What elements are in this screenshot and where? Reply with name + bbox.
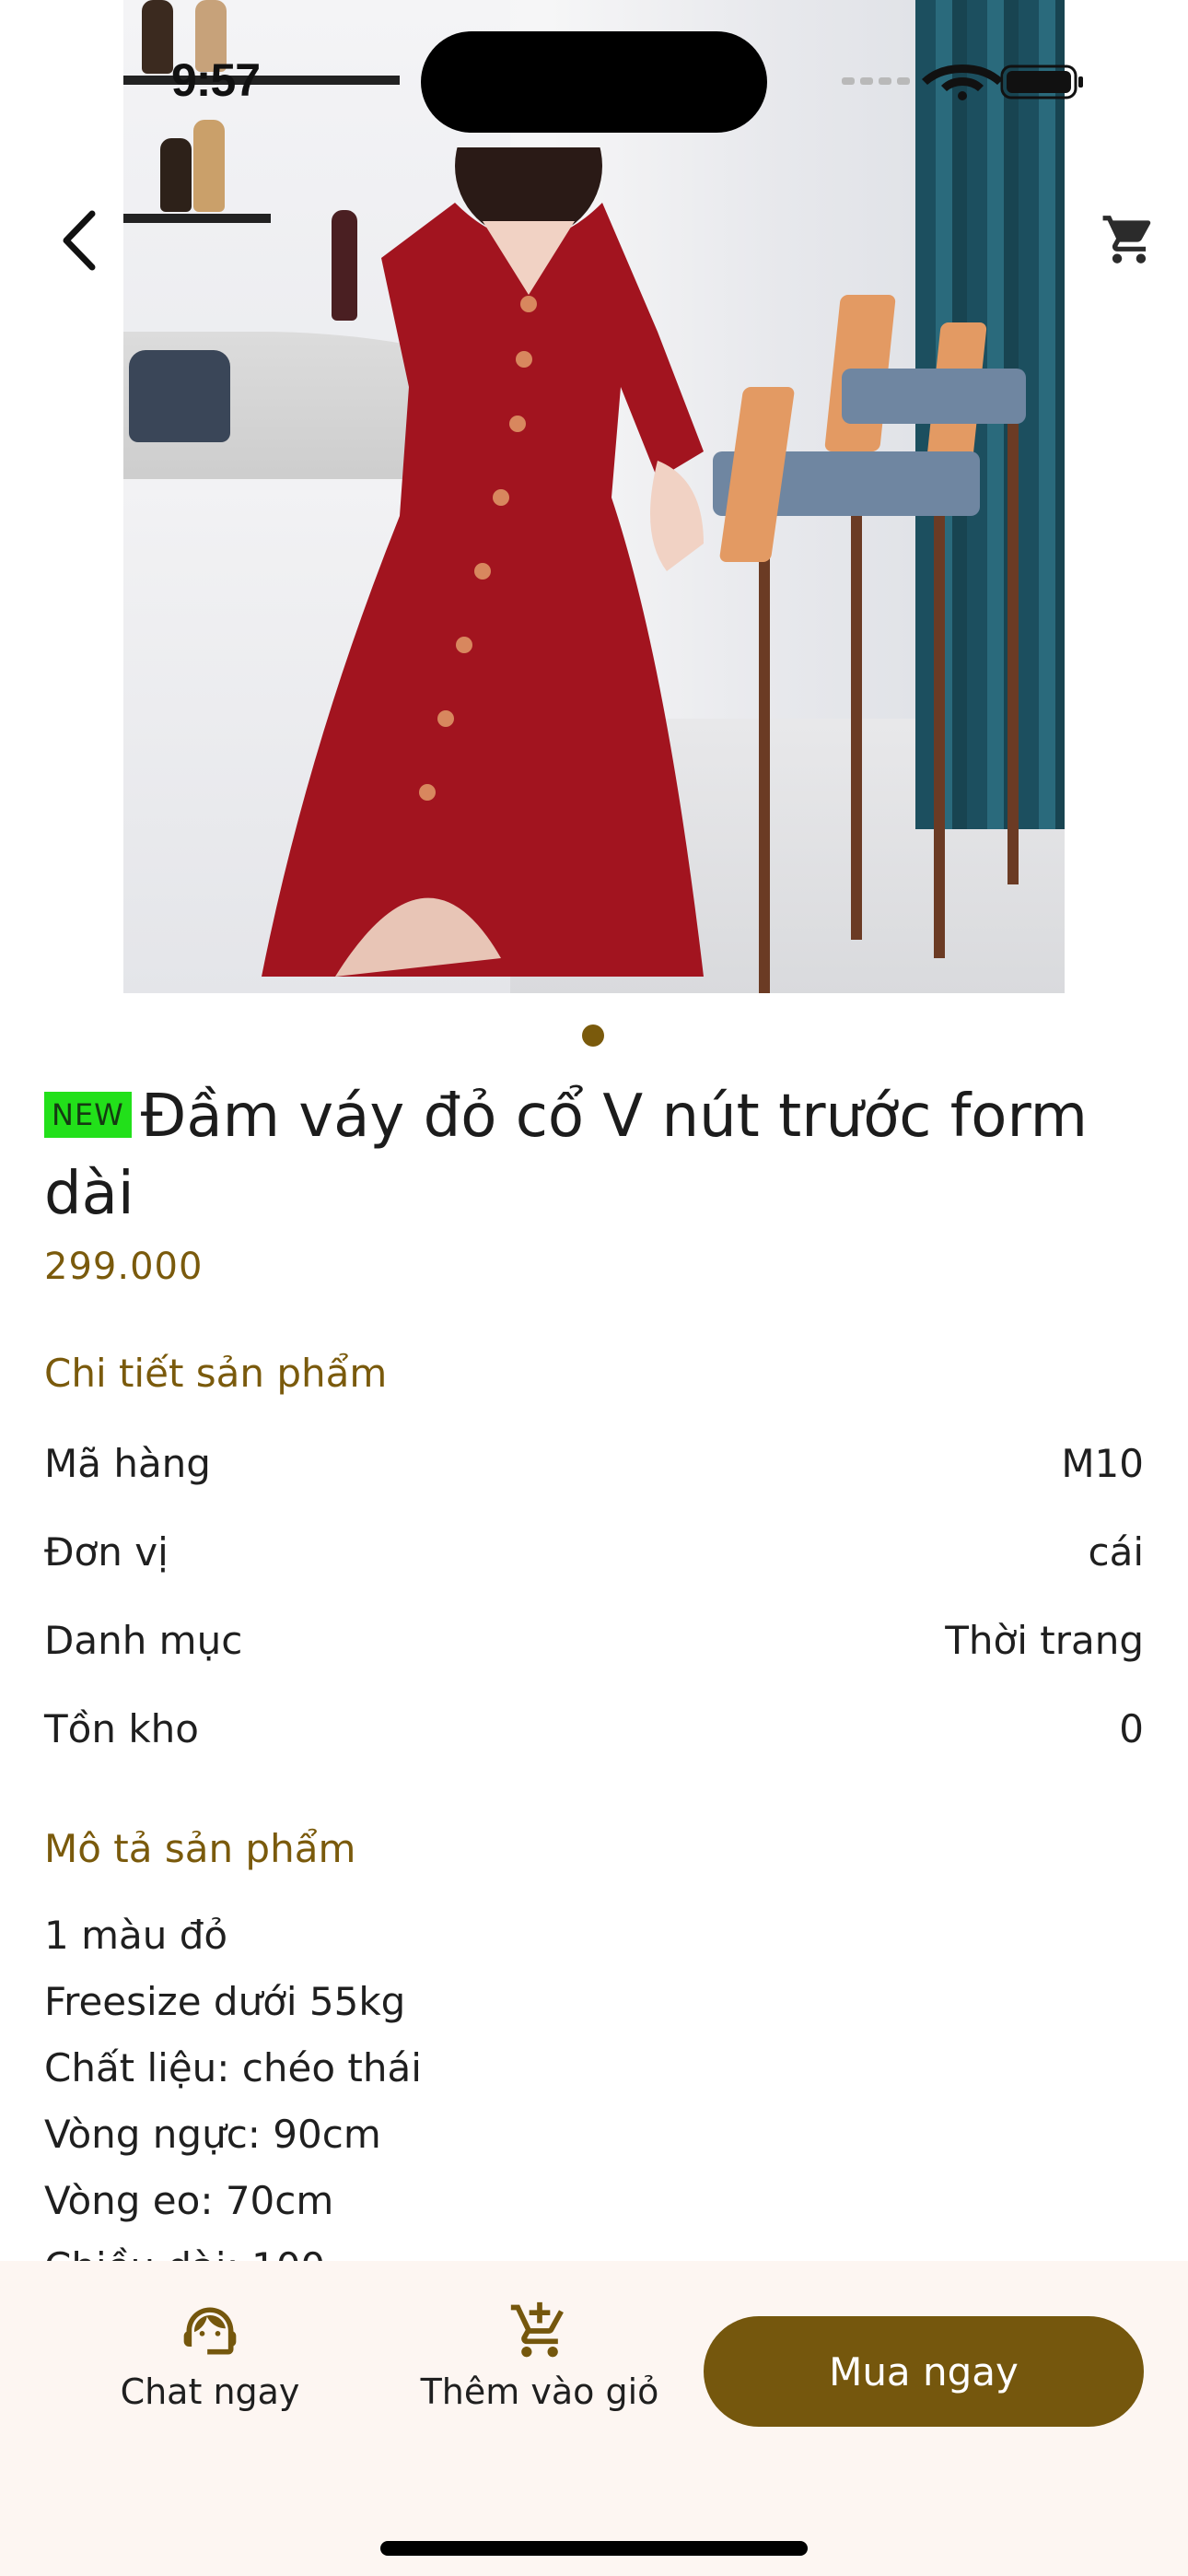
status-bar-time: 9:57 xyxy=(171,54,261,106)
cart-plus-icon xyxy=(510,2301,564,2358)
detail-row-sku: Mã hàng M10 xyxy=(44,1435,1144,1491)
detail-value: M10 xyxy=(1061,1440,1144,1486)
detail-row-stock: Tồn kho 0 xyxy=(44,1701,1144,1756)
product-photo xyxy=(123,0,1065,993)
buy-now-button[interactable]: Mua ngay xyxy=(704,2316,1144,2427)
new-badge: NEW xyxy=(44,1092,132,1138)
detail-label: Đơn vị xyxy=(44,1528,169,1575)
dynamic-island xyxy=(421,31,767,133)
chat-now-label: Chat ngay xyxy=(120,2371,300,2412)
detail-label: Tồn kho xyxy=(44,1705,199,1751)
detail-row-unit: Đơn vị cái xyxy=(44,1524,1144,1579)
description-line: Freesize dưới 55kg xyxy=(44,1979,406,2024)
product-price: 299.000 xyxy=(44,1246,204,1288)
product-name: Đầm váy đỏ cổ V nút trước form dài xyxy=(44,1083,1088,1228)
detail-value: cái xyxy=(1088,1528,1145,1575)
support-agent-icon xyxy=(183,2307,237,2355)
product-image-carousel[interactable] xyxy=(0,0,1188,993)
detail-label: Mã hàng xyxy=(44,1440,211,1486)
wifi-icon xyxy=(922,64,1003,100)
chat-now-button[interactable]: Chat ngay xyxy=(114,2300,306,2412)
detail-value: Thời trang xyxy=(945,1617,1144,1663)
detail-label: Danh mục xyxy=(44,1617,243,1663)
carousel-page-indicator[interactable] xyxy=(582,1025,604,1047)
battery-icon xyxy=(1000,64,1083,100)
signal-icon xyxy=(842,77,910,85)
description-line: 1 màu đỏ xyxy=(44,1913,228,1958)
chevron-left-icon xyxy=(63,210,96,271)
detail-value: 0 xyxy=(1119,1705,1144,1751)
description-line: Chất liệu: chéo thái xyxy=(44,2045,422,2090)
detail-row-category: Danh mục Thời trang xyxy=(44,1612,1144,1668)
back-button[interactable] xyxy=(44,201,114,280)
status-bar-icons xyxy=(842,64,1083,100)
description-line: Vòng ngực: 90cm xyxy=(44,2112,381,2157)
description-heading: Mô tả sản phẩm xyxy=(44,1826,356,1871)
cart-button[interactable] xyxy=(1083,193,1175,286)
add-to-cart-label: Thêm vào giỏ xyxy=(420,2371,659,2412)
product-title: NEW Đầm váy đỏ cổ V nút trước form dài xyxy=(44,1078,1149,1233)
cart-icon xyxy=(1102,216,1151,263)
add-to-cart-button[interactable]: Thêm vào giỏ xyxy=(420,2300,659,2412)
home-indicator[interactable] xyxy=(380,2541,808,2556)
details-heading: Chi tiết sản phẩm xyxy=(44,1351,388,1396)
description-line: Vòng eo: 70cm xyxy=(44,2178,334,2223)
